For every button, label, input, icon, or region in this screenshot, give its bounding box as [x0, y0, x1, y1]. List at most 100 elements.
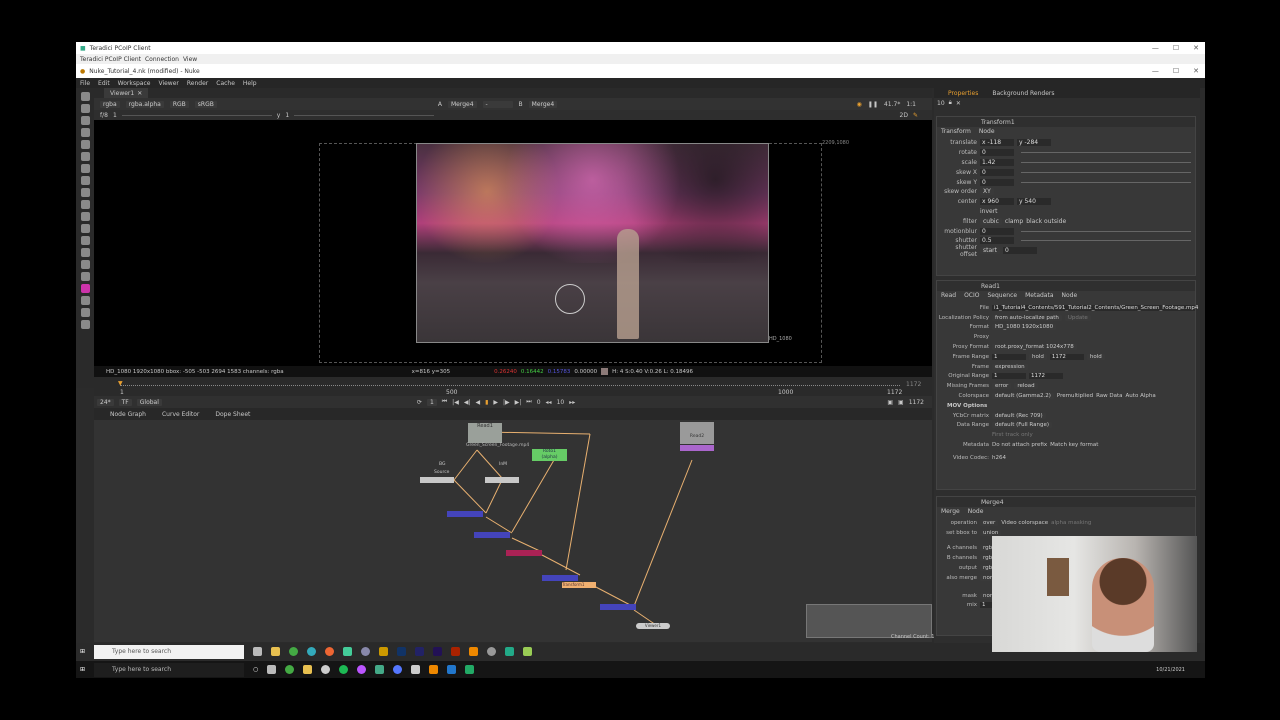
auto-alpha-checkbox[interactable]: Auto Alpha [1126, 393, 1156, 399]
scale-slider[interactable] [1021, 161, 1191, 163]
timecode-dropdown[interactable]: TF [118, 398, 132, 406]
excel-icon[interactable] [465, 665, 475, 674]
translate-y[interactable]: y -284 [1017, 139, 1051, 147]
word-icon[interactable] [447, 665, 457, 674]
node-viewer1[interactable]: Viewer1 [636, 623, 670, 629]
node-name-field[interactable]: Transform1 [981, 119, 1015, 126]
tab-node[interactable]: Node [1062, 292, 1078, 299]
bbox-dropdown[interactable]: union [980, 529, 1002, 536]
local-chrome-icon[interactable] [285, 665, 295, 674]
photoshop-icon[interactable] [397, 647, 407, 656]
alpha-channel-dropdown[interactable]: rgba.alpha [125, 100, 164, 108]
local-taskbar-search[interactable]: Type here to search [94, 662, 245, 677]
frame-field[interactable]: 1 [113, 112, 117, 119]
prev-keyframe-button[interactable]: |◀ [452, 399, 459, 406]
notepad-icon[interactable] [523, 647, 533, 656]
time-tool-icon[interactable] [80, 116, 90, 125]
orig-last-field[interactable]: 1172 [1029, 373, 1063, 380]
loop-icon[interactable]: ⟳ [417, 399, 422, 406]
tab-properties[interactable]: Properties [948, 90, 978, 97]
node-reformat1[interactable] [680, 445, 714, 451]
first-frame-field[interactable]: 1 [992, 353, 1026, 360]
input-a-dropdown[interactable]: Merge4 [447, 100, 477, 108]
lock-icon[interactable]: 🔒︎ [949, 99, 952, 107]
3d-tool-icon[interactable] [80, 200, 90, 209]
node-keylight2[interactable] [485, 477, 519, 483]
black-outside-checkbox[interactable]: black outside [1026, 218, 1066, 225]
menu-connection[interactable]: Connection [145, 56, 179, 63]
color-tool-icon[interactable] [80, 140, 90, 149]
task-view-icon[interactable] [253, 647, 263, 656]
filter-tool-icon[interactable] [80, 152, 90, 161]
first-frame-button[interactable]: ⏮ [442, 398, 447, 406]
video-colorspace-checkbox[interactable]: Video colorspace [1001, 520, 1048, 526]
gamma-field[interactable]: 1 [285, 112, 289, 119]
format-dropdown[interactable]: HD_1080 1920x1080 [992, 324, 1057, 331]
stop-button[interactable]: ▮ [485, 399, 488, 406]
no-prefix-checkbox[interactable]: Do not attach prefix [992, 442, 1047, 448]
premultiplied-checkbox[interactable]: Premultiplied [1057, 393, 1093, 399]
missing-frames-dropdown[interactable]: error [992, 383, 1012, 390]
tab-node-graph[interactable]: Node Graph [110, 411, 146, 418]
deep-tool-icon[interactable] [80, 248, 90, 257]
tab-node[interactable]: Node [968, 508, 984, 515]
file-path-field[interactable]: i1_Tutorial4_Contents/591_Tutorial2_Cont… [992, 304, 1198, 311]
menu-edit[interactable]: Edit [98, 80, 110, 87]
tab-metadata[interactable]: Metadata [1025, 292, 1053, 299]
premiere-icon[interactable] [433, 647, 443, 656]
nuke-taskbar-icon[interactable] [379, 647, 389, 656]
raw-data-checkbox[interactable]: Raw Data [1096, 393, 1122, 399]
skip-forward-button[interactable]: ▸▸ [569, 399, 575, 406]
chrome-icon[interactable] [289, 647, 299, 656]
menu-view[interactable]: View [183, 56, 197, 63]
wipe-mode-dropdown[interactable]: - [482, 100, 513, 108]
tab-background-renders[interactable]: Background Renders [992, 90, 1054, 97]
skew-x-slider[interactable] [1021, 171, 1191, 173]
range-dropdown[interactable]: Global [136, 398, 162, 406]
cortana-icon[interactable]: ○ [253, 666, 258, 673]
skip-back-button[interactable]: ◂◂ [546, 399, 552, 406]
filter-dropdown[interactable]: cubic [980, 217, 1002, 225]
fps-dropdown[interactable]: 24* [97, 398, 114, 406]
menu-viewer[interactable]: Viewer [158, 80, 178, 87]
gamma-slider[interactable] [294, 114, 435, 116]
ycbcr-dropdown[interactable]: default (Rec 709) [992, 412, 1046, 419]
skew-x-field[interactable]: 0 [980, 168, 1014, 176]
tab-sequence[interactable]: Sequence [987, 292, 1017, 299]
first-track-checkbox[interactable]: First track only [992, 432, 1033, 438]
step-forward-button[interactable]: |▶ [503, 399, 510, 406]
toolsets-icon[interactable] [80, 260, 90, 269]
cara-tool-icon[interactable] [80, 296, 90, 305]
shutter-offset-dropdown[interactable]: start [980, 247, 1000, 255]
tab-merge[interactable]: Merge [941, 508, 960, 515]
tab-dope-sheet[interactable]: Dope Sheet [215, 411, 250, 418]
views-tool-icon[interactable] [80, 212, 90, 221]
tab-viewer1[interactable]: Viewer1 ✕ [104, 88, 149, 98]
particles-tool-icon[interactable] [80, 236, 90, 245]
draw-tool-icon[interactable] [80, 104, 90, 113]
tab-node[interactable]: Node [979, 128, 995, 135]
timeline[interactable]: ▼ 1 500 1000 1172 1172 [94, 377, 932, 396]
rotate-field[interactable]: 0 [980, 149, 1014, 157]
localization-dropdown[interactable]: from auto-localize path [992, 314, 1062, 321]
keyer-tool-icon[interactable] [80, 164, 90, 173]
image-tool-icon[interactable] [80, 92, 90, 101]
end-frame-field[interactable]: 1172 [909, 399, 924, 406]
other-tool-icon[interactable] [80, 272, 90, 281]
node-merge3[interactable] [542, 575, 578, 581]
steam-icon[interactable] [411, 665, 421, 674]
colorspace-dropdown[interactable]: default (Gamma2.2) [992, 393, 1054, 400]
motionblur-slider[interactable] [1021, 230, 1191, 232]
tab-ocio[interactable]: OCIO [964, 292, 979, 299]
unreal-icon[interactable] [321, 665, 331, 674]
channel-tool-icon[interactable] [80, 128, 90, 137]
local-start-icon[interactable]: ⊞ [80, 666, 85, 673]
transform-tool-icon[interactable] [80, 188, 90, 197]
step-back-button[interactable]: ◀| [464, 399, 471, 406]
menu-workspace[interactable]: Workspace [118, 80, 151, 87]
match-key-checkbox[interactable]: Match key format [1050, 442, 1098, 448]
skip-field[interactable]: 0 [537, 399, 541, 406]
motionblur-field[interactable]: 0 [980, 227, 1014, 235]
skew-y-field[interactable]: 0 [980, 178, 1014, 186]
vlc-icon[interactable] [469, 647, 479, 656]
